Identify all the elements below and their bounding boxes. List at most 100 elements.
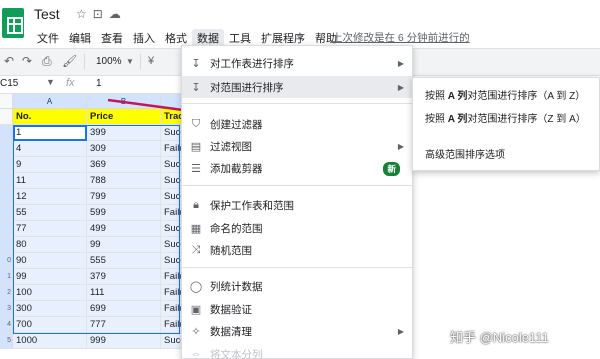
row-header[interactable] [0, 205, 13, 221]
menu-item-split-text[interactable]: ⇔ 将文本分列 [182, 343, 412, 359]
table-cell[interactable]: 1 [13, 125, 87, 141]
document-title[interactable]: Test [34, 6, 60, 22]
move-icon[interactable]: ⊡ [93, 7, 103, 21]
redo-icon[interactable]: ↷ [22, 54, 32, 68]
row-header[interactable]: 5 [0, 333, 13, 349]
menu-divider [182, 267, 412, 268]
row-header[interactable]: 3 [0, 301, 13, 317]
table-cell[interactable]: 1000 [13, 333, 87, 349]
menu-item-add-slicer[interactable]: ☰ 添加截剪器 新 [182, 157, 412, 179]
split-text-icon: ⇔ [190, 348, 202, 359]
named-range-icon: ▦ [190, 222, 202, 235]
table-cell[interactable]: 4 [13, 141, 87, 157]
table-cell[interactable]: 309 [87, 141, 161, 157]
menu-item-create-filter[interactable]: ⛉ 创建过滤器 [182, 113, 412, 135]
header-cell[interactable]: Price [87, 109, 161, 125]
table-cell[interactable]: 499 [87, 221, 161, 237]
slicer-icon: ☰ [191, 162, 201, 175]
sort-range-icon: ↧ [191, 81, 201, 94]
table-cell[interactable]: 99 [87, 237, 161, 253]
table-cell[interactable]: 11 [13, 173, 87, 189]
menu-item-data-cleanup[interactable]: ✧ 数据清理 ▶ [182, 320, 412, 342]
table-cell[interactable]: 80 [13, 237, 87, 253]
table-cell[interactable]: 379 [87, 269, 161, 285]
menu-file[interactable]: 文件 [32, 29, 64, 47]
table-cell[interactable]: 700 [13, 317, 87, 333]
row-header[interactable] [0, 125, 13, 141]
sort-range-a-to-z[interactable]: 按照 A 列对范围进行排序（A 到 Z） [425, 87, 585, 102]
menu-view[interactable]: 查看 [96, 29, 128, 47]
table-cell[interactable]: 399 [87, 125, 161, 141]
row-header[interactable]: 4 [0, 317, 13, 333]
header-cell[interactable]: No. [13, 109, 87, 125]
table-cell[interactable]: 100 [13, 285, 87, 301]
table-cell[interactable]: 799 [87, 189, 161, 205]
sheets-logo-icon[interactable] [2, 8, 24, 38]
row-header[interactable] [0, 141, 13, 157]
row-header[interactable] [0, 109, 13, 125]
table-cell[interactable]: 555 [87, 253, 161, 269]
watermark: 知乎 @Nicole111 [450, 330, 549, 345]
name-box-chevron-down-icon[interactable]: ▼ [46, 77, 55, 87]
menu-insert[interactable]: 插入 [128, 29, 160, 47]
row-header[interactable] [0, 221, 13, 237]
row-header[interactable]: 2 [0, 285, 13, 301]
table-cell[interactable]: 55 [13, 205, 87, 221]
table-cell[interactable]: 111 [87, 285, 161, 301]
row-header[interactable] [0, 237, 13, 253]
table-cell[interactable]: 90 [13, 253, 87, 269]
title-icons: ☆ ⊡ ☁ [76, 7, 121, 21]
menu-item-sort-sheet[interactable]: ↧ 对工作表进行排序 ▶ [182, 52, 412, 74]
star-icon[interactable]: ☆ [76, 7, 87, 21]
menu-item-column-stats[interactable]: ◯ 列统计数据 [182, 275, 412, 297]
table-cell[interactable]: 788 [87, 173, 161, 189]
column-header-a[interactable]: A [13, 94, 87, 109]
menu-item-filter-views[interactable]: ▤ 过滤视图 ▶ [182, 135, 412, 157]
row-header[interactable]: 0 [0, 253, 13, 269]
menu-divider [182, 103, 412, 104]
row-header[interactable] [0, 189, 13, 205]
print-icon[interactable]: ⎙ [42, 54, 52, 69]
name-box[interactable]: C15 [0, 78, 18, 89]
table-cell[interactable]: 599 [87, 205, 161, 221]
currency-button[interactable]: ¥ [148, 55, 154, 67]
sort-icon: ↧ [191, 57, 201, 70]
menu-item-protect-sheets[interactable]: 🔒︎ 保护工作表和范围 [182, 194, 412, 216]
paint-format-icon[interactable]: 🖌 [62, 54, 77, 68]
select-all-corner[interactable] [0, 94, 13, 109]
table-cell[interactable]: 77 [13, 221, 87, 237]
clean-icon: ✧ [191, 325, 201, 338]
row-header[interactable] [0, 157, 13, 173]
cloud-status-icon[interactable]: ☁ [109, 7, 121, 21]
column-header-b[interactable]: B [87, 94, 161, 109]
table-cell[interactable]: 9 [13, 157, 87, 173]
filter-view-icon: ▤ [190, 140, 202, 153]
menu-item-data-validation[interactable]: ▣ 数据验证 [182, 298, 412, 320]
row-header[interactable] [0, 173, 13, 189]
sort-range-z-to-a[interactable]: 按照 A 列对范围进行排序（Z 到 A） [425, 110, 586, 125]
bulb-icon: ◯ [189, 280, 203, 293]
table-cell[interactable]: 12 [13, 189, 87, 205]
title-bar: Test ☆ ⊡ ☁ 文件 编辑 查看 插入 格式 数据 工具 扩展程序 帮助 … [0, 0, 600, 48]
table-cell[interactable]: 99 [13, 269, 87, 285]
table-cell[interactable]: 999 [87, 333, 161, 349]
table-cell[interactable]: 699 [87, 301, 161, 317]
submenu-arrow-icon: ▶ [397, 58, 404, 68]
advanced-range-sort-options[interactable]: 高级范围排序选项 [425, 146, 505, 161]
table-cell[interactable]: 369 [87, 157, 161, 173]
table-cell[interactable]: 300 [13, 301, 87, 317]
new-badge: 新 [383, 162, 400, 176]
menu-item-randomize-range[interactable]: ⤨ 随机范围 [182, 239, 412, 261]
last-edit-link[interactable]: 上次修改是在 6 分钟前进行的 [332, 30, 470, 45]
undo-icon[interactable]: ↶ [4, 54, 14, 68]
menu-item-named-ranges[interactable]: ▦ 命名的范围 [182, 217, 412, 239]
table-cell[interactable]: 777 [87, 317, 161, 333]
menu-divider [182, 185, 412, 186]
row-header[interactable]: 1 [0, 269, 13, 285]
menu-edit[interactable]: 编辑 [64, 29, 96, 47]
shuffle-icon: ⤨ [191, 243, 201, 256]
submenu-arrow-icon: ▶ [397, 82, 404, 92]
menu-item-sort-range[interactable]: ↧ 对范围进行排序 ▶ [182, 76, 412, 98]
zoom-select[interactable]: 100% [96, 56, 122, 67]
formula-input[interactable]: 1 [96, 78, 102, 89]
